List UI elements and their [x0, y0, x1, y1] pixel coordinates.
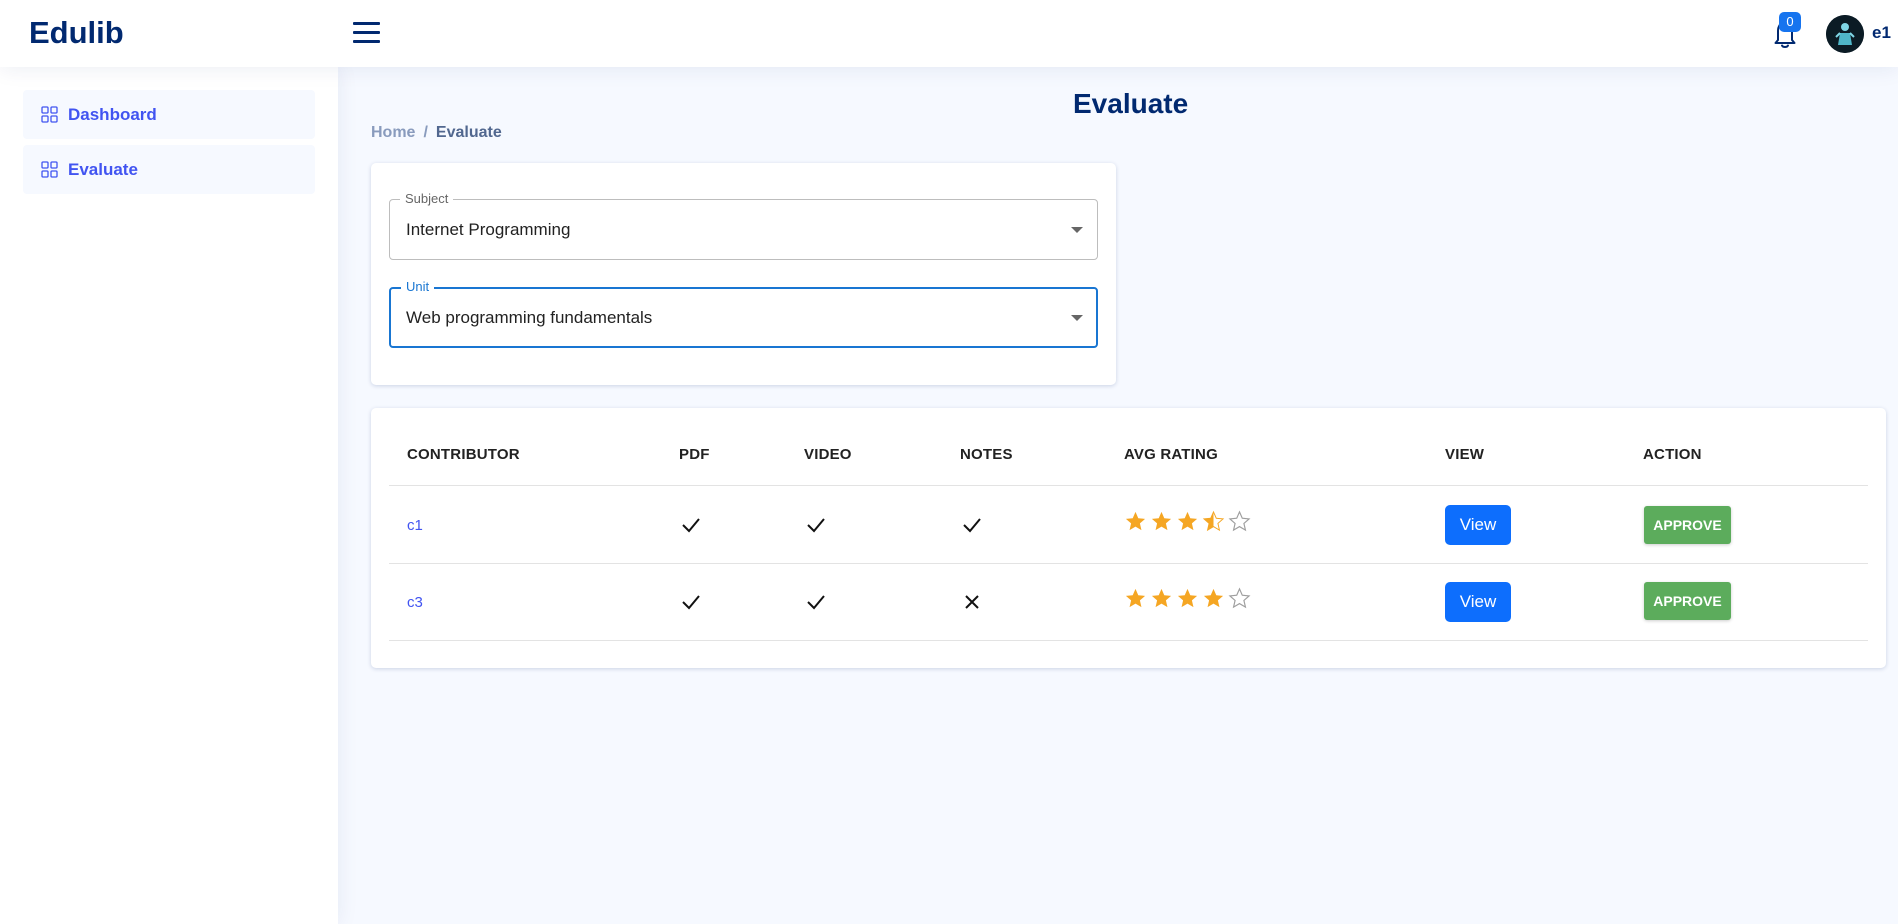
avatar[interactable]	[1826, 15, 1864, 53]
contributions-table: CONTRIBUTOR PDF VIDEO NOTES AVG RATING V…	[371, 408, 1886, 668]
star-full-icon	[1125, 588, 1146, 608]
filter-card: Subject Internet Programming Unit Web pr…	[371, 163, 1116, 385]
column-header-notes: NOTES	[960, 446, 1013, 463]
row-divider	[389, 563, 1868, 564]
contributor-link-c1[interactable]: c1	[407, 517, 423, 534]
header-divider	[389, 485, 1868, 486]
chevron-down-icon	[1071, 227, 1083, 233]
star-full-icon	[1151, 511, 1172, 531]
chevron-down-icon	[1071, 315, 1083, 321]
breadcrumb-home-link[interactable]: Home	[371, 124, 415, 142]
approve-button-c1[interactable]: APPROVE	[1644, 506, 1731, 544]
page-title: Evaluate	[1073, 88, 1189, 119]
unit-value: Web programming fundamentals	[406, 308, 653, 327]
sidebar-item-dashboard[interactable]: Dashboard	[23, 90, 315, 139]
top-header: Edulib 0 e1	[0, 0, 1898, 67]
subject-select[interactable]: Subject Internet Programming	[389, 191, 1098, 260]
star-empty-icon	[1228, 587, 1251, 609]
subject-label: Subject	[400, 191, 454, 206]
unit-label: Unit	[401, 279, 435, 294]
view-button-c3[interactable]: View	[1445, 582, 1511, 622]
close-icon	[965, 595, 979, 609]
sidebar-item-label: Evaluate	[68, 159, 138, 179]
column-header-view: VIEW	[1445, 446, 1485, 463]
breadcrumb: Home / Evaluate	[371, 124, 502, 142]
view-button-c1[interactable]: View	[1445, 505, 1511, 545]
star-full-icon	[1125, 511, 1146, 531]
column-header-video: VIDEO	[804, 446, 852, 463]
star-empty-icon	[1228, 510, 1251, 532]
column-header-action: ACTION	[1643, 446, 1702, 463]
notification-badge: 0	[1779, 12, 1801, 32]
check-icon	[682, 595, 700, 610]
column-header-pdf: PDF	[679, 446, 710, 463]
column-header-avg-rating: AVG RATING	[1124, 446, 1218, 463]
approve-button-c3[interactable]: APPROVE	[1644, 582, 1731, 620]
hamburger-menu-icon[interactable]	[353, 20, 380, 44]
check-icon	[682, 518, 700, 533]
app-logo[interactable]: Edulib	[29, 15, 124, 51]
rating-stars-c3	[1124, 587, 1251, 610]
grid-icon	[41, 161, 58, 178]
breadcrumb-separator: /	[423, 124, 428, 141]
contributor-link-c3[interactable]: c3	[407, 594, 423, 611]
check-icon	[807, 595, 825, 610]
row-divider	[389, 640, 1868, 641]
sidebar-item-evaluate[interactable]: Evaluate	[23, 145, 315, 194]
star-half-icon	[1202, 510, 1225, 532]
column-header-contributor: CONTRIBUTOR	[407, 446, 520, 463]
rating-stars-c1	[1124, 510, 1251, 533]
star-full-icon	[1151, 588, 1172, 608]
star-full-icon	[1203, 588, 1224, 608]
unit-select[interactable]: Unit Web programming fundamentals	[389, 279, 1098, 348]
grid-icon	[41, 106, 58, 123]
sidebar: Dashboard Evaluate	[0, 67, 338, 924]
sidebar-item-label: Dashboard	[68, 104, 157, 124]
star-full-icon	[1177, 588, 1198, 608]
check-icon	[963, 518, 981, 533]
subject-value: Internet Programming	[406, 220, 571, 239]
user-name[interactable]: e1	[1872, 23, 1891, 43]
star-full-icon	[1177, 511, 1198, 531]
check-icon	[807, 518, 825, 533]
breadcrumb-current: Evaluate	[435, 124, 502, 141]
